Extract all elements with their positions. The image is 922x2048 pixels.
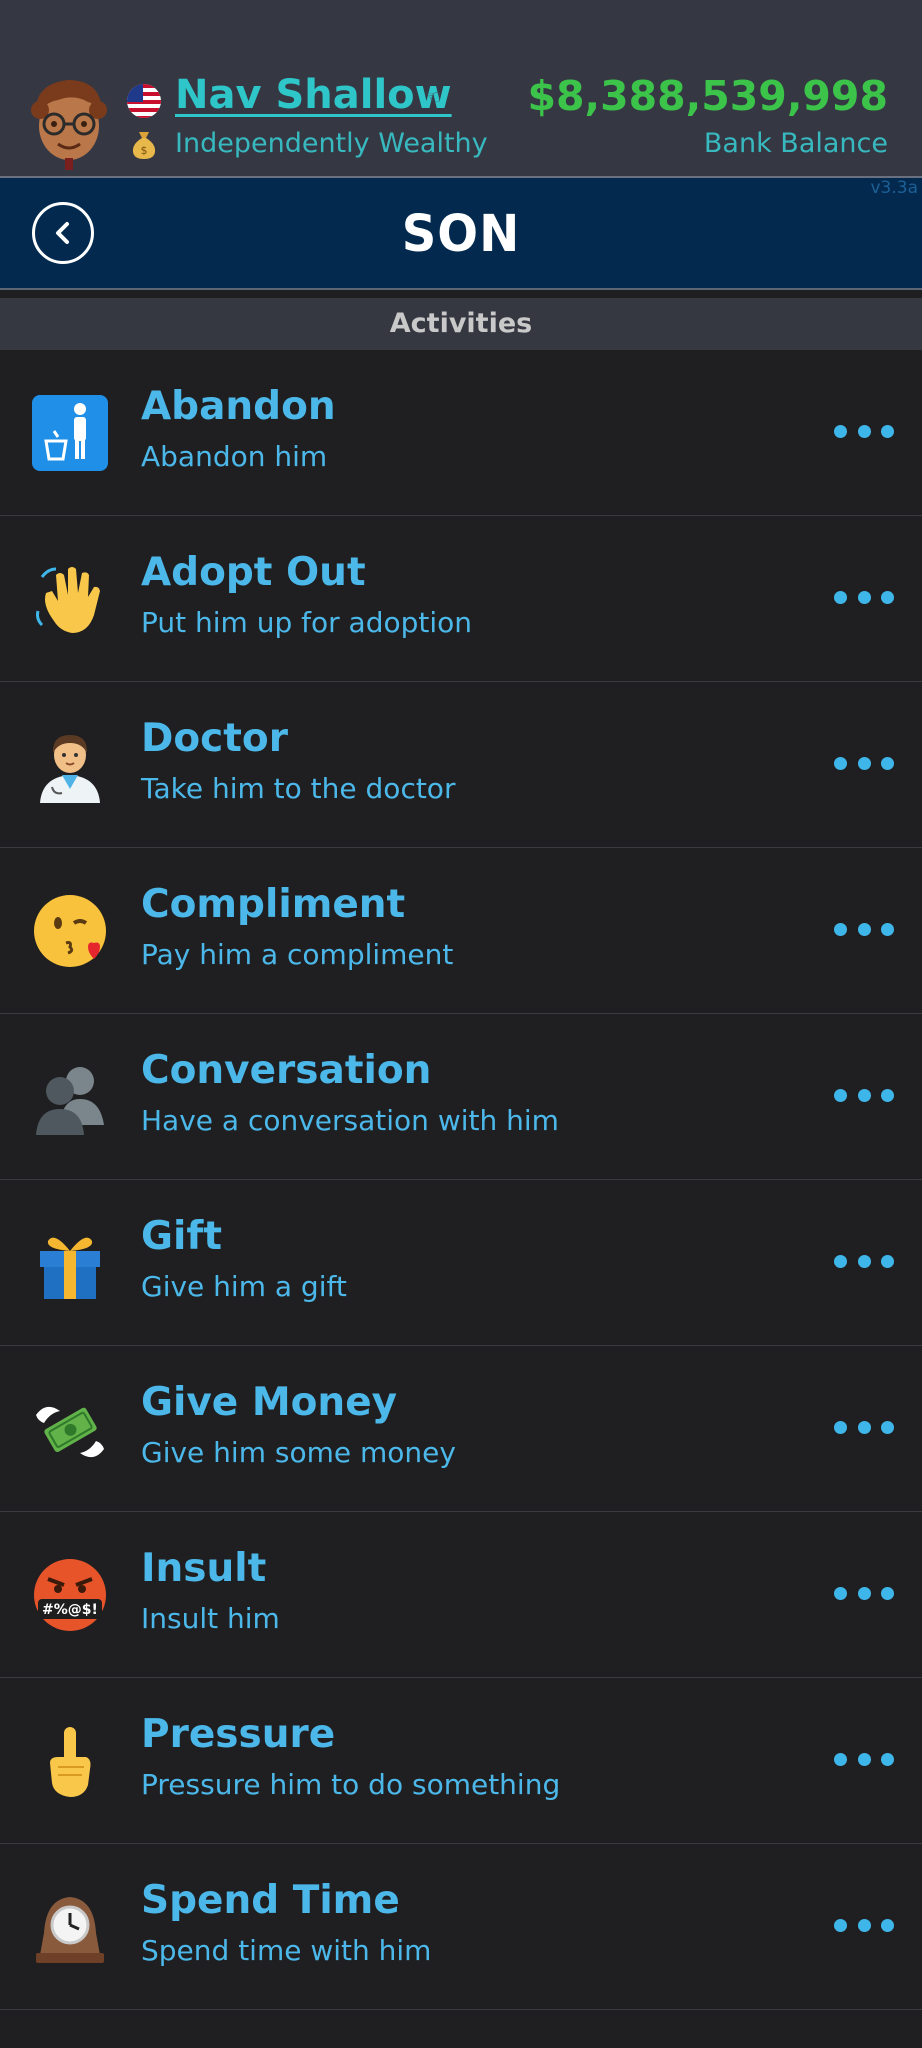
activity-subtitle: Put him up for adoption (141, 606, 473, 639)
more-dot-icon (834, 1752, 847, 1766)
activity-row-pressure[interactable]: Pressure Pressure him to do something (0, 1678, 922, 1844)
more-dot-icon (857, 756, 871, 770)
more-options-button[interactable] (834, 586, 894, 608)
more-options-button[interactable] (834, 1582, 894, 1604)
gift-icon (40, 1237, 100, 1299)
activity-row-give-money[interactable]: Give Money Give him some money (0, 1346, 922, 1512)
doctor-icon (40, 735, 100, 803)
activity-row-conversation[interactable]: Conversation Have a conversation with hi… (0, 1014, 922, 1180)
more-dot-icon (834, 590, 847, 604)
more-dot-icon (881, 1254, 894, 1268)
more-dot-icon (857, 590, 871, 604)
player-status: Independently Wealthy (175, 128, 488, 159)
activity-title: Abandon (141, 384, 336, 429)
activity-row-spend-time[interactable]: Spend Time Spend time with him (0, 1844, 922, 2010)
pointer-hand-icon: ☜ (424, 85, 442, 109)
activity-title: Pressure (141, 1712, 336, 1757)
more-options-button[interactable] (834, 1084, 894, 1106)
more-dot-icon (834, 1088, 847, 1102)
activity-row-doctor[interactable]: Doctor Take him to the doctor (0, 682, 922, 848)
activity-subtitle: Take him to the doctor (141, 772, 456, 805)
activity-subtitle: Give him some money (141, 1436, 456, 1469)
svg-text:#%@$!: #%@$! (42, 1602, 98, 1618)
pointing-up-icon (50, 1727, 91, 1797)
more-dot-icon (834, 1586, 847, 1600)
activity-subtitle: Give him a gift (141, 1270, 347, 1303)
more-dot-icon (881, 1586, 894, 1600)
version-label: v3.3a (870, 178, 918, 198)
bank-balance-amount: $8,388,539,998 (527, 72, 888, 120)
more-dot-icon (857, 1420, 871, 1434)
more-dot-icon (857, 922, 871, 936)
more-options-button[interactable] (834, 918, 894, 940)
player-name[interactable]: Nav Shallow (175, 72, 452, 118)
more-options-button[interactable] (834, 420, 894, 442)
more-dot-icon (857, 1254, 871, 1268)
more-dot-icon (881, 1918, 894, 1932)
activity-subtitle: Insult him (141, 1602, 280, 1635)
more-dot-icon (834, 1918, 847, 1932)
activity-title: Conversation (141, 1048, 432, 1093)
activity-title: Gift (141, 1214, 222, 1259)
section-header: Activities (0, 298, 922, 350)
activity-row-adopt-out[interactable]: Adopt Out Put him up for adoption (0, 516, 922, 682)
cursing-face-icon: #%@$! (34, 1559, 106, 1631)
more-dot-icon (857, 1586, 871, 1600)
more-dot-icon (881, 922, 894, 936)
navigation-bar: SON (0, 178, 922, 290)
more-options-button[interactable] (834, 752, 894, 774)
page-title: SON (401, 204, 521, 264)
mantel-clock-icon (36, 1897, 104, 1963)
activity-subtitle: Pressure him to do something (141, 1768, 561, 1801)
more-dot-icon (881, 1420, 894, 1434)
more-dot-icon (834, 922, 847, 936)
activity-title: Spend Time (141, 1878, 400, 1923)
activity-subtitle: Pay him a compliment (141, 938, 454, 971)
more-dot-icon (881, 424, 894, 438)
kiss-face-icon (34, 895, 106, 967)
people-silhouette-icon (36, 1067, 104, 1135)
activity-title: Insult (141, 1546, 267, 1591)
activity-subtitle: Have a conversation with him (141, 1104, 559, 1137)
activity-row-abandon[interactable]: Abandon Abandon him (0, 350, 922, 516)
more-dot-icon (834, 1254, 847, 1268)
activity-row-compliment[interactable]: Compliment Pay him a compliment (0, 848, 922, 1014)
money-wings-icon (36, 1406, 104, 1458)
player-header: Nav Shallow ☜ $ Independently Wealthy $8… (0, 0, 922, 178)
svg-text:$: $ (141, 144, 148, 157)
activity-title: Give Money (141, 1380, 398, 1425)
activity-subtitle: Abandon him (141, 440, 328, 473)
money-bag-icon: $ (132, 132, 156, 159)
more-dot-icon (857, 1918, 871, 1932)
more-options-button[interactable] (834, 1914, 894, 1936)
more-dot-icon (881, 590, 894, 604)
more-options-button[interactable] (834, 1748, 894, 1770)
more-dot-icon (881, 756, 894, 770)
us-flag-icon (127, 84, 161, 118)
activity-subtitle: Spend time with him (141, 1934, 432, 1967)
more-dot-icon (857, 1088, 871, 1102)
avatar[interactable] (28, 74, 110, 170)
more-dot-icon (881, 1088, 894, 1102)
more-options-button[interactable] (834, 1416, 894, 1438)
activity-title: Adopt Out (141, 550, 366, 595)
waving-hand-icon (36, 567, 100, 633)
trash-person-icon (32, 395, 108, 471)
more-dot-icon (881, 1752, 894, 1766)
activity-row-gift[interactable]: Gift Give him a gift (0, 1180, 922, 1346)
more-dot-icon (834, 1420, 847, 1434)
more-dot-icon (834, 424, 847, 438)
more-dot-icon (857, 1752, 871, 1766)
more-options-button[interactable] (834, 1250, 894, 1272)
activity-title: Compliment (141, 882, 406, 927)
activity-list: Abandon Abandon him Adopt Out Put him up… (0, 350, 922, 2010)
activity-title: Doctor (141, 716, 288, 761)
more-dot-icon (857, 424, 871, 438)
bank-balance-label: Bank Balance (703, 128, 888, 159)
more-dot-icon (834, 756, 847, 770)
activity-row-insult[interactable]: #%@$! Insult Insult him (0, 1512, 922, 1678)
